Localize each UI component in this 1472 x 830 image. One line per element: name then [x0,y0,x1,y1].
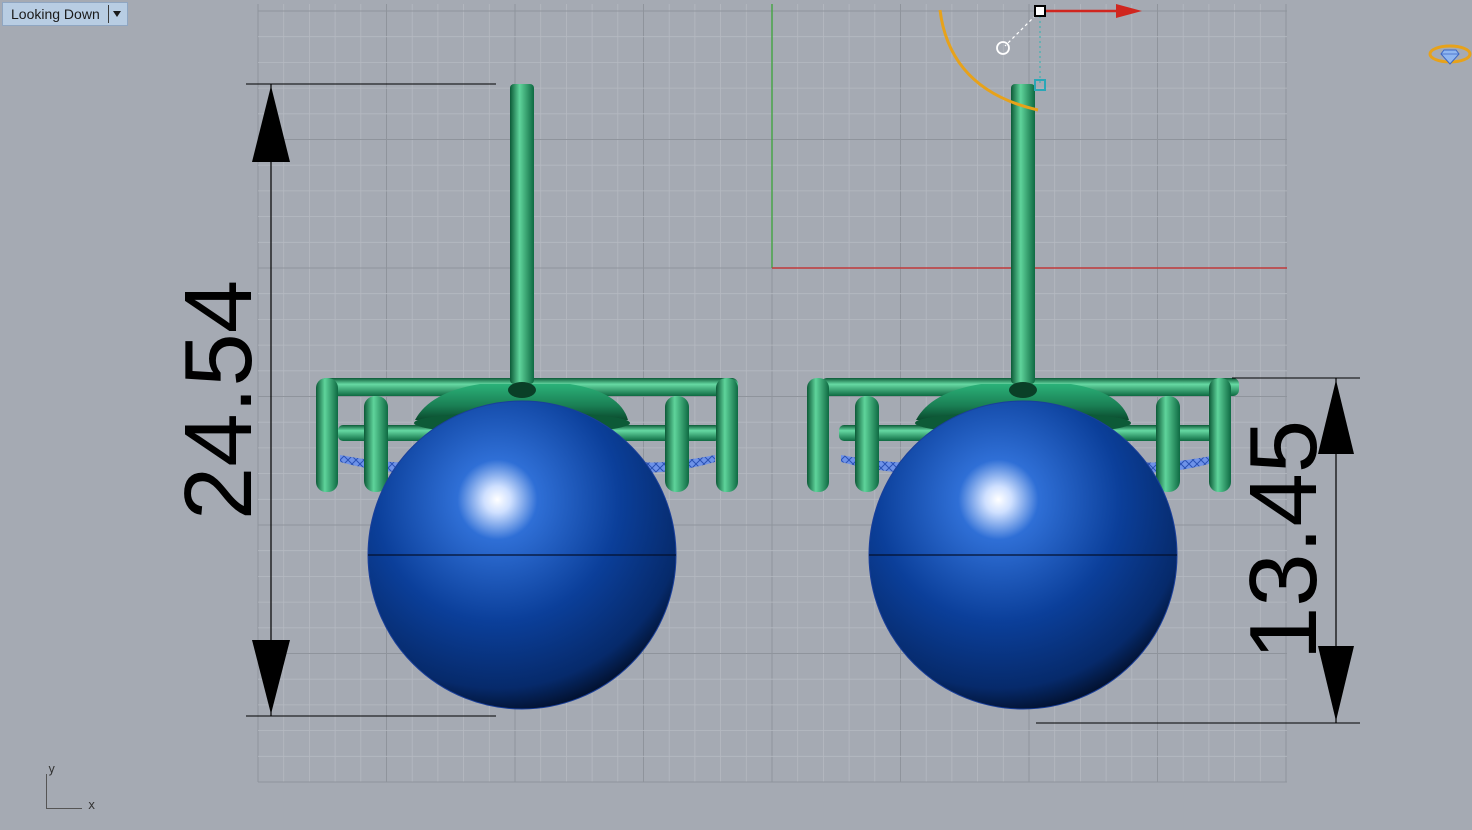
viewport-title-tab[interactable]: Looking Down [2,2,128,26]
gumball-widget[interactable] [938,4,1142,112]
dropdown-arrow-icon[interactable] [107,5,123,23]
dimension-value-sphere: 13.45 [1230,420,1337,660]
axis-line-x [46,808,82,809]
gem-ring-icon[interactable] [1428,44,1472,65]
world-axis-icon: y x [40,760,110,820]
earring-model-left[interactable] [316,84,738,710]
perspective-viewport[interactable]: 24.54 13.45 Looking Down y x [0,0,1472,830]
axis-label-x: x [88,798,96,812]
gumball-x-arrowhead[interactable] [1116,4,1142,18]
axis-label-y: y [48,762,56,776]
viewport-scene[interactable]: 24.54 13.45 [0,0,1472,830]
dimension-value-overall: 24.54 [165,280,272,520]
gumball-scale-handle[interactable] [1034,5,1046,17]
viewport-name: Looking Down [11,6,100,22]
axis-line-y [46,774,47,808]
